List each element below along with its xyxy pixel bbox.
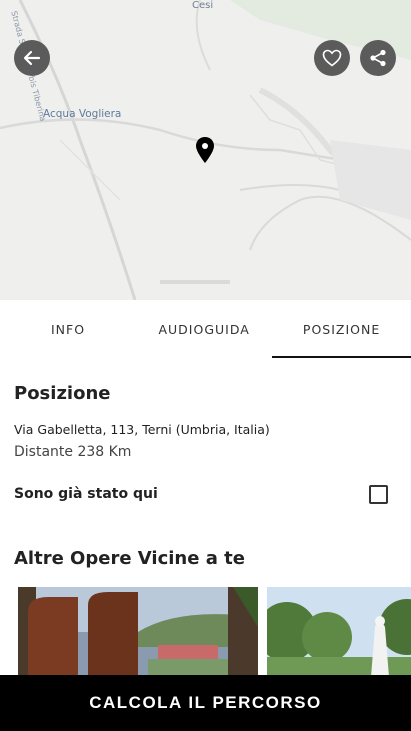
visited-checkbox[interactable] xyxy=(369,484,388,504)
distance-text: Distante 238 Km xyxy=(14,444,132,460)
map-label-cesi: Cesi xyxy=(192,0,214,11)
nearby-card-image xyxy=(18,587,258,687)
visited-label: Sono già stato qui xyxy=(14,486,158,502)
nearby-card-image xyxy=(267,587,411,687)
tab-bar: INFO AUDIOGUIDA POSIZIONE xyxy=(0,300,411,358)
position-title: Posizione xyxy=(14,383,111,404)
tab-info[interactable]: INFO xyxy=(0,300,136,358)
heart-icon xyxy=(322,49,342,67)
favorite-button[interactable] xyxy=(314,40,350,76)
share-button[interactable] xyxy=(360,40,396,76)
tab-audioguida[interactable]: AUDIOGUIDA xyxy=(136,300,272,358)
tab-posizione[interactable]: POSIZIONE xyxy=(272,300,411,358)
nearby-title: Altre Opere Vicine a te xyxy=(14,548,245,569)
map-view[interactable]: Cesi Strada Statale 3 bis Tiberina Acqua… xyxy=(0,0,411,300)
share-icon xyxy=(370,49,386,67)
nearby-carousel[interactable] xyxy=(18,587,411,687)
address-text: Via Gabelletta, 113, Terni (Umbria, Ital… xyxy=(14,422,270,437)
calculate-route-button[interactable]: CALCOLA IL PERCORSO xyxy=(0,675,411,731)
visited-row[interactable]: Sono già stato qui xyxy=(14,482,388,506)
back-button[interactable] xyxy=(14,40,50,76)
nearby-card[interactable] xyxy=(18,587,258,687)
location-pin-icon[interactable] xyxy=(195,137,215,163)
arrow-left-icon xyxy=(23,50,41,66)
nearby-card[interactable] xyxy=(267,587,411,687)
map-label-acqua-vogliera: Acqua Vogliera xyxy=(43,108,122,120)
